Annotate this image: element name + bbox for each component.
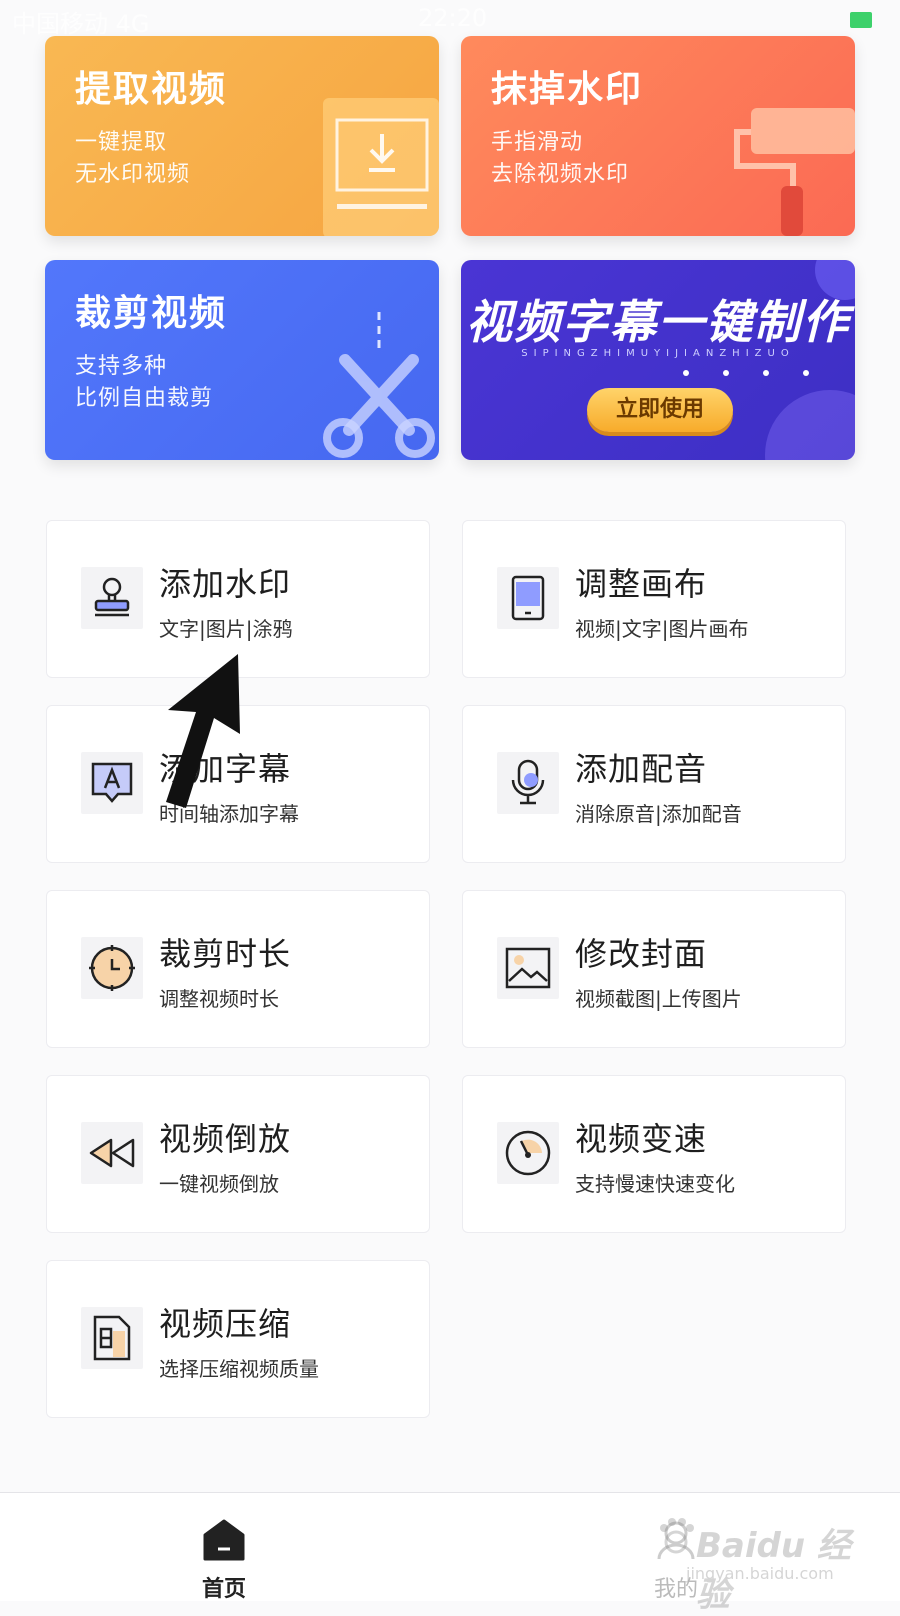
clock-icon bbox=[81, 937, 143, 999]
tool-subtitle: 选择压缩视频质量 bbox=[159, 1357, 319, 1381]
tool-title: 添加水印 bbox=[159, 565, 292, 603]
scissors-icon bbox=[323, 312, 435, 458]
tool-title: 视频变速 bbox=[575, 1120, 708, 1158]
paw-icon bbox=[660, 1518, 694, 1554]
tool-title: 修改封面 bbox=[575, 935, 708, 973]
compress-file-icon bbox=[81, 1307, 143, 1369]
card-subtitle: 去除视频水印 bbox=[491, 162, 630, 187]
card-subtitle: 一键提取 bbox=[75, 130, 168, 155]
clock: 22:20 bbox=[418, 4, 488, 32]
speed-dial-icon bbox=[497, 1122, 559, 1184]
microphone-icon bbox=[497, 752, 559, 814]
paint-roller-icon bbox=[734, 108, 855, 236]
card-subtitle: 比例自由裁剪 bbox=[75, 386, 214, 411]
battery-icon bbox=[850, 12, 872, 28]
banner-decoration bbox=[765, 390, 855, 460]
card-title: 裁剪视频 bbox=[75, 293, 228, 334]
image-icon bbox=[497, 937, 559, 999]
subtitle-icon bbox=[81, 752, 143, 814]
subtitle-banner[interactable]: 视频字幕一键制作 SIPINGZHIMUYIJIANZHIZUO 立即使用 bbox=[461, 260, 855, 460]
tool-title: 调整画布 bbox=[575, 565, 708, 603]
reverse-video-tool[interactable]: 视频倒放 一键视频倒放 bbox=[46, 1075, 430, 1233]
tool-title: 裁剪时长 bbox=[159, 935, 292, 973]
crop-video-card[interactable]: 裁剪视频 支持多种 比例自由裁剪 bbox=[45, 260, 439, 460]
watermark-url: jingyan.baidu.com bbox=[686, 1564, 834, 1583]
rewind-icon bbox=[81, 1122, 143, 1184]
tool-subtitle: 消除原音|添加配音 bbox=[575, 802, 742, 826]
pointer-arrow-annotation bbox=[166, 654, 240, 808]
home-icon bbox=[203, 1519, 245, 1561]
download-box-icon bbox=[323, 98, 439, 236]
card-title: 提取视频 bbox=[75, 69, 228, 110]
card-subtitle: 手指滑动 bbox=[491, 130, 584, 155]
extract-video-card[interactable]: 提取视频 一键提取 无水印视频 bbox=[45, 36, 439, 236]
dots-decoration bbox=[683, 370, 809, 376]
compress-video-tool[interactable]: 视频压缩 选择压缩视频质量 bbox=[46, 1260, 430, 1418]
tool-subtitle: 调整视频时长 bbox=[159, 987, 279, 1011]
tool-subtitle: 支持慢速快速变化 bbox=[575, 1172, 735, 1196]
tool-subtitle: 视频截图|上传图片 bbox=[575, 987, 742, 1011]
use-now-button[interactable]: 立即使用 bbox=[587, 388, 733, 432]
banner-pinyin: SIPINGZHIMUYIJIANZHIZUO bbox=[521, 348, 795, 359]
nav-home-label: 首页 bbox=[201, 1577, 246, 1602]
trim-duration-tool[interactable]: 裁剪时长 调整视频时长 bbox=[46, 890, 430, 1048]
tool-subtitle: 一键视频倒放 bbox=[159, 1172, 279, 1196]
carrier-label: 中国移动 4G bbox=[12, 10, 150, 38]
edit-cover-tool[interactable]: 修改封面 视频截图|上传图片 bbox=[462, 890, 846, 1048]
stamp-icon bbox=[81, 567, 143, 629]
banner-title: 视频字幕一键制作 bbox=[466, 295, 850, 349]
baidu-watermark: Baidu 经验 jingyan.baidu.com bbox=[656, 1510, 856, 1615]
card-title: 抹掉水印 bbox=[491, 69, 644, 110]
video-speed-tool[interactable]: 视频变速 支持慢速快速变化 bbox=[462, 1075, 846, 1233]
adjust-canvas-tool[interactable]: 调整画布 视频|文字|图片画布 bbox=[462, 520, 846, 678]
tool-title: 视频压缩 bbox=[159, 1305, 292, 1343]
tool-subtitle: 文字|图片|涂鸦 bbox=[159, 617, 293, 641]
card-subtitle: 支持多种 bbox=[75, 354, 168, 379]
add-dubbing-tool[interactable]: 添加配音 消除原音|添加配音 bbox=[462, 705, 846, 863]
status-bar: 中国移动 4G 22:20 bbox=[0, 0, 900, 40]
remove-watermark-card[interactable]: 抹掉水印 手指滑动 去除视频水印 bbox=[461, 36, 855, 236]
tool-title: 添加配音 bbox=[575, 750, 708, 788]
tablet-icon bbox=[497, 567, 559, 629]
nav-home[interactable]: 首页 bbox=[184, 1509, 264, 1602]
card-subtitle: 无水印视频 bbox=[75, 162, 191, 187]
tool-title: 视频倒放 bbox=[159, 1120, 292, 1158]
tool-subtitle: 视频|文字|图片画布 bbox=[575, 617, 749, 641]
